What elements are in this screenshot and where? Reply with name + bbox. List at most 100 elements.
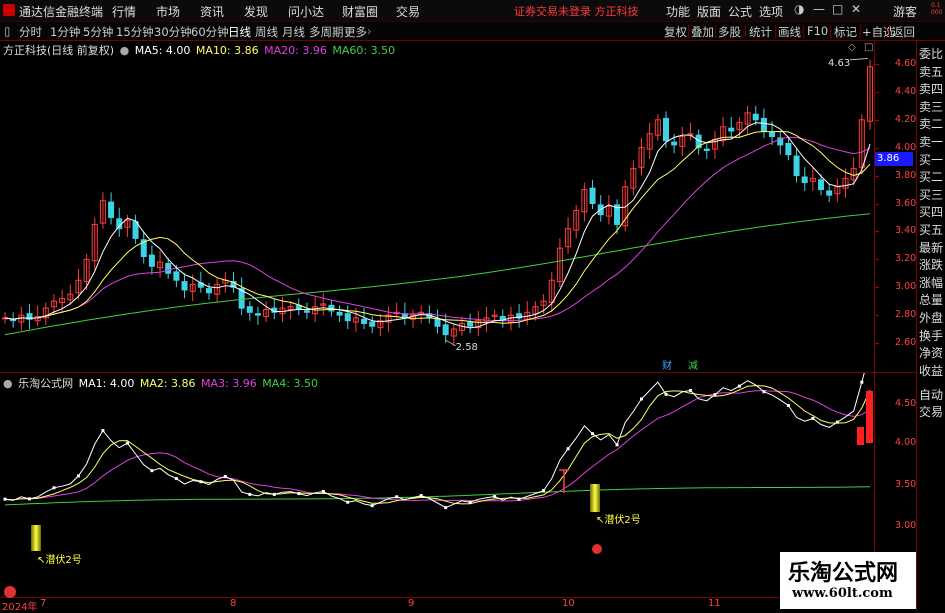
tool-divider	[803, 25, 804, 38]
period-fenshi-icon[interactable]: ▯	[4, 24, 10, 38]
skin-icon[interactable]: ◑	[794, 2, 804, 16]
menu-gongshi[interactable]: 公式	[728, 3, 752, 20]
period-1min[interactable]: 1分钟	[50, 24, 80, 40]
candle-body	[303, 310, 310, 313]
quote-field-6[interactable]: 买一	[919, 151, 943, 168]
tool-f10[interactable]: F10	[807, 24, 828, 38]
ma1-dot	[150, 469, 154, 473]
quote-field-14[interactable]: 总量	[919, 291, 943, 308]
menu-banmian[interactable]: 版面	[697, 3, 721, 20]
period-5min[interactable]: 5分钟	[83, 24, 113, 40]
ma1-dot	[786, 403, 790, 407]
price-tick: 2.80	[895, 309, 917, 321]
price-tick-mark	[875, 175, 879, 177]
price-tick-mark	[875, 287, 879, 289]
price-tick: 3.20	[895, 253, 917, 265]
period-daily[interactable]: 日线	[228, 24, 251, 40]
event-marker-icon[interactable]	[4, 586, 16, 598]
ma1-dot	[591, 432, 595, 436]
quote-field-0[interactable]: 委比	[919, 45, 943, 62]
quote-field-8[interactable]: 买三	[919, 186, 943, 203]
quote-field-13[interactable]: 涨幅	[919, 274, 943, 291]
auto-trade-label-2[interactable]: 交易	[919, 403, 943, 420]
candle-body	[206, 288, 213, 294]
tool-fuquan[interactable]: 复权	[664, 24, 687, 40]
period-15min[interactable]: 15分钟	[116, 24, 154, 40]
indicator-chart[interactable]: ↖潜伏2号 ↖潜伏2号	[0, 373, 874, 597]
quote-field-11[interactable]: 最新	[919, 239, 943, 256]
period-multi[interactable]: 多周期	[309, 24, 344, 40]
candle-body	[148, 254, 155, 267]
ma1-dot	[125, 441, 129, 445]
indicator-tick: 4.00	[895, 437, 917, 448]
period-more[interactable]: 更多	[344, 24, 367, 40]
quote-field-17[interactable]: 净资	[919, 344, 943, 361]
watermark: 乐淘公式网 www.60lt.com	[780, 552, 916, 609]
ma1-dot	[223, 474, 227, 478]
ma1-dot	[199, 480, 203, 484]
menu-hangqing[interactable]: 行情	[112, 3, 136, 20]
tool-biaoji[interactable]: 标记	[834, 24, 857, 40]
maximize-icon[interactable]: □	[832, 2, 843, 16]
price-tick-mark	[875, 343, 879, 344]
guest-label[interactable]: 游客	[893, 3, 917, 20]
quote-field-15[interactable]: 外盘	[919, 309, 943, 326]
price-tick-mark	[875, 64, 879, 65]
tool-huaxian[interactable]: 画线	[778, 24, 801, 40]
high-pointer	[849, 58, 869, 61]
ma1-dot	[27, 497, 31, 501]
quote-field-3[interactable]: 卖三	[919, 98, 943, 115]
quote-field-16[interactable]: 换手	[919, 327, 943, 344]
tool-diejia[interactable]: 叠加	[691, 24, 714, 40]
tool-fanhui[interactable]: 返回	[892, 24, 915, 40]
menu-caifuquan[interactable]: 财富圈	[342, 3, 378, 20]
ma1-dot	[370, 504, 374, 508]
quote-field-9[interactable]: 买四	[919, 203, 943, 220]
ma1-dot	[713, 393, 717, 397]
candle-body	[344, 313, 351, 322]
period-weekly[interactable]: 周线	[255, 24, 278, 40]
quote-panel: 委比 卖五 卖四 卖三 卖二 卖一 买一 买二 买三 买四 买五 最新 涨跌 涨幅 总量 外盘 换手 净资 收益 自…	[916, 41, 945, 611]
period-30min[interactable]: 30分钟	[154, 24, 192, 40]
watermark-url: www.60lt.com	[792, 586, 893, 601]
ma1-dot	[615, 443, 619, 447]
ma1-dot	[640, 397, 644, 401]
candlestick-chart[interactable]: 4.63 2.58 财 减	[0, 41, 874, 371]
login-notice[interactable]: 证券交易未登录 方正科技	[514, 3, 639, 19]
price-tick: 3.60	[895, 197, 917, 209]
ma1-dot	[297, 492, 301, 496]
quote-field-4[interactable]: 卖二	[919, 115, 943, 132]
signal-bar-1	[31, 525, 41, 551]
signal-label-2: ↖潜伏2号	[596, 513, 641, 526]
ma1-dot	[468, 500, 472, 504]
date-month-9: 9	[408, 598, 415, 609]
tool-duogu[interactable]: 多股	[718, 24, 741, 40]
quote-field-1[interactable]: 卖五	[919, 63, 943, 80]
price-tick-mark	[875, 119, 879, 121]
ma1-dot	[395, 495, 399, 499]
menu-wenxiaoda[interactable]: 问小达	[288, 3, 324, 20]
quote-field-7[interactable]: 买二	[919, 168, 943, 185]
more-chevron-icon[interactable]: ›	[367, 24, 372, 38]
quote-field-2[interactable]: 卖四	[919, 80, 943, 97]
period-60min[interactable]: 60分钟	[191, 24, 229, 40]
period-fenshi[interactable]: 分时	[19, 24, 42, 40]
menu-xuanxiang[interactable]: 选项	[759, 3, 783, 20]
quote-field-10[interactable]: 买五	[919, 221, 943, 238]
quote-field-12[interactable]: 涨跌	[919, 256, 943, 273]
menu-shichang[interactable]: 市场	[156, 3, 180, 20]
auto-trade-label-1[interactable]: 自动	[919, 386, 943, 403]
ma1-dot	[321, 490, 325, 494]
tool-tongji[interactable]: 统计	[749, 24, 772, 40]
menu-gongneng[interactable]: 功能	[666, 3, 690, 20]
menu-faxian[interactable]: 发现	[244, 3, 268, 20]
quote-field-5[interactable]: 卖一	[919, 133, 943, 150]
menu-jiaoyi[interactable]: 交易	[396, 3, 420, 20]
quote-field-18[interactable]: 收益	[919, 362, 943, 379]
candle-body	[801, 176, 808, 184]
menu-zixun[interactable]: 资讯	[200, 3, 224, 20]
price-tick: 3.40	[895, 225, 917, 237]
period-monthly[interactable]: 月线	[282, 24, 305, 40]
close-icon[interactable]: ✕	[851, 2, 861, 16]
minimize-icon[interactable]: —	[813, 2, 825, 16]
